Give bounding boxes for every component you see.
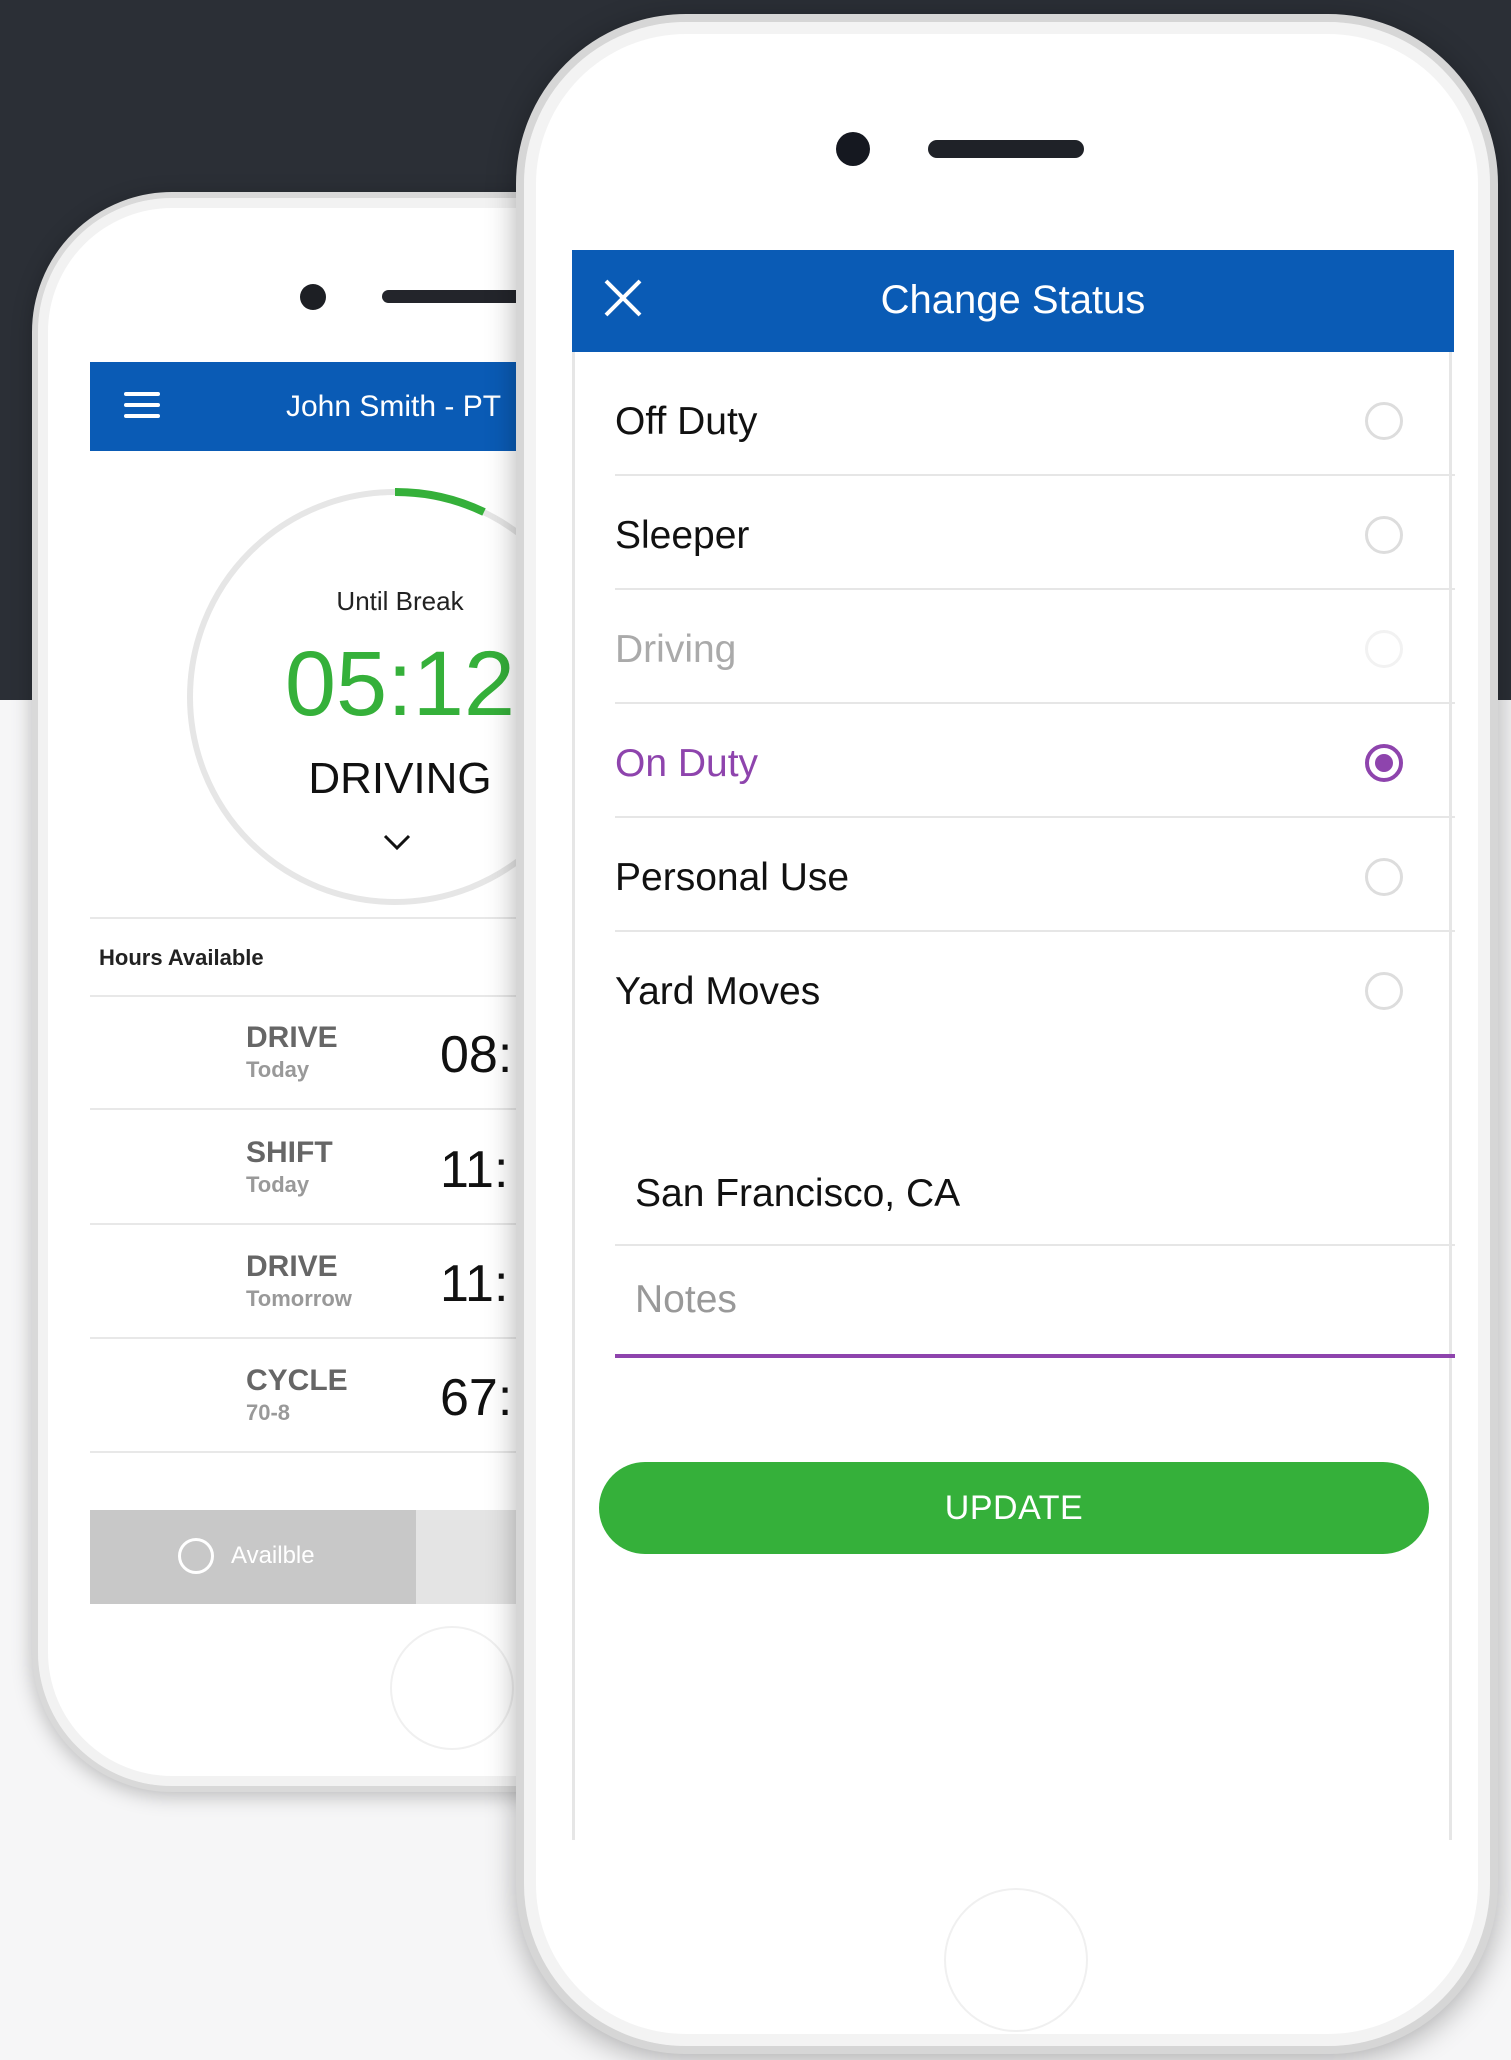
home-button[interactable] <box>944 1888 1088 2032</box>
hours-row-label: SHIFT <box>246 1136 333 1169</box>
status-option-label: Driving <box>615 628 737 671</box>
hours-row-sublabel: Tomorrow <box>246 1286 352 1311</box>
available-button[interactable]: Availble <box>90 1510 416 1604</box>
status-option-label: Off Duty <box>615 400 758 443</box>
status-list: Off Duty Sleeper Driving On Duty Persona… <box>615 362 1455 1044</box>
page-title: Change Status <box>880 278 1146 322</box>
hours-row-value: 08: <box>440 1026 513 1084</box>
radio-button[interactable] <box>1365 402 1403 440</box>
available-button-label: Availble <box>231 1542 315 1569</box>
hamburger-icon[interactable] <box>124 392 160 418</box>
speaker <box>928 140 1084 158</box>
status-option-off-duty[interactable]: Off Duty <box>615 362 1455 476</box>
front-phone: Change Status Off Duty Sleeper Driving O… <box>516 14 1498 2054</box>
camera <box>300 284 326 310</box>
driver-name-title: John Smith - PT <box>286 390 502 423</box>
status-option-sleeper[interactable]: Sleeper <box>615 476 1455 590</box>
radio-button <box>1365 630 1403 668</box>
home-button[interactable] <box>390 1626 514 1750</box>
hours-row-value: 11: <box>440 1141 509 1199</box>
notes-input[interactable] <box>615 1246 1455 1358</box>
status-option-personal-use[interactable]: Personal Use <box>615 818 1455 932</box>
radio-button-selected[interactable] <box>1365 744 1403 782</box>
status-option-label: Yard Moves <box>615 970 821 1013</box>
status-option-driving: Driving <box>615 590 1455 704</box>
hours-row-value: 11: <box>440 1255 509 1313</box>
radio-button[interactable] <box>1365 516 1403 554</box>
status-option-label: Personal Use <box>615 856 850 899</box>
hours-row-value: 67: <box>440 1369 513 1427</box>
status-option-label: On Duty <box>615 742 759 785</box>
app-bar: Change Status <box>572 250 1454 352</box>
location-value: San Francisco, CA <box>635 1172 961 1215</box>
change-status-screen: Change Status Off Duty Sleeper Driving O… <box>572 250 1455 1840</box>
hours-row-sublabel: Today <box>246 1057 310 1082</box>
location-field[interactable]: San Francisco, CA <box>615 1130 1455 1246</box>
hours-row-sublabel: Today <box>246 1172 310 1197</box>
status-option-on-duty[interactable]: On Duty <box>615 704 1455 818</box>
hours-available-title: Hours Available <box>99 945 264 970</box>
hours-row-label: DRIVE <box>246 1250 338 1283</box>
current-status: DRIVING <box>308 754 492 803</box>
radio-button[interactable] <box>1365 858 1403 896</box>
clock-icon <box>178 1538 214 1574</box>
update-button[interactable]: UPDATE <box>599 1462 1429 1554</box>
camera <box>836 132 870 166</box>
status-option-yard-moves[interactable]: Yard Moves <box>615 932 1455 1044</box>
status-option-label: Sleeper <box>615 514 750 557</box>
hours-row-sublabel: 70-8 <box>246 1400 291 1425</box>
chevron-down-icon[interactable] <box>382 832 412 852</box>
hours-row-label: CYCLE <box>246 1364 348 1397</box>
until-break-label: Until Break <box>336 586 464 616</box>
hours-row-label: DRIVE <box>246 1021 338 1054</box>
radio-button[interactable] <box>1365 972 1403 1010</box>
